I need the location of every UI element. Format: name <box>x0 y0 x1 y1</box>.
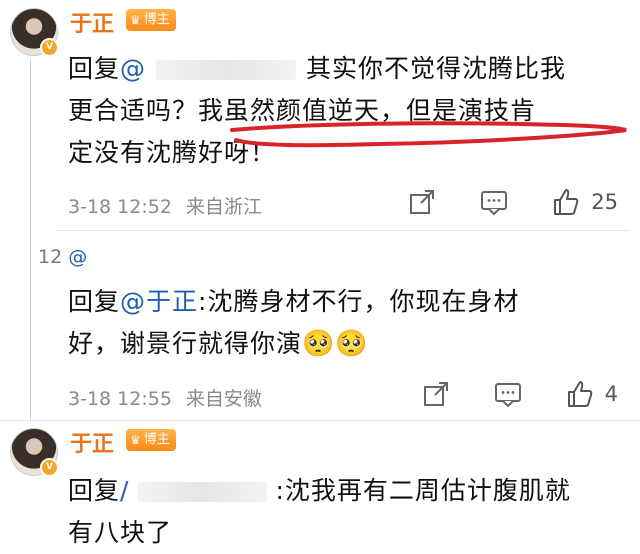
verified-icon: V <box>40 38 59 57</box>
comment-line-1: 其实你不觉得沈腾比我 <box>306 54 567 83</box>
reply-text: 回复@于正:沈腾身材不行，你现在身材 好，谢景行就得你演🥺🥺 <box>68 281 628 365</box>
thread-line <box>30 60 31 420</box>
mention-link[interactable]: / <box>120 476 129 505</box>
like-button[interactable]: 4 <box>565 379 618 409</box>
comment-line-2: 更合适吗？我虽然颜值逆天，但是演技肯 <box>68 96 537 125</box>
crown-icon: ♛ <box>130 433 141 447</box>
floor-mention[interactable]: @ <box>68 246 87 268</box>
avatar[interactable]: V <box>10 428 59 477</box>
comment-location: 来自浙江 <box>185 196 262 218</box>
reply-line-2: 好，谢景行就得你演 <box>68 329 303 358</box>
reply-line-1: :沈腾身材不行，你现在身材 <box>198 287 520 316</box>
reply-prefix: 回复 <box>68 54 121 83</box>
blurred-username <box>156 60 297 80</box>
comment-text: 回复@ 其实你不觉得沈腾比我 更合适吗？我虽然颜值逆天，但是演技肯 定没有沈腾好呀… <box>68 48 628 174</box>
comment-text: 回复/ :沈我再有二周估计腹肌就 有八块了 <box>68 470 628 554</box>
thumbs-up-icon <box>567 381 592 407</box>
comment-date: 3-18 12:52 <box>68 196 172 218</box>
divider <box>0 420 640 421</box>
comment-meta: 3-18 12:52 来自浙江 <box>68 192 276 219</box>
floor-number: 12 <box>38 246 63 268</box>
username[interactable]: 于正 <box>70 426 114 458</box>
like-button[interactable]: 25 <box>551 187 618 217</box>
thumbs-up-icon <box>554 189 579 215</box>
mention-link[interactable]: @ <box>120 54 146 83</box>
share-icon[interactable] <box>407 187 437 217</box>
mention-link[interactable]: @于正 <box>120 287 198 316</box>
like-count: 4 <box>604 382 618 406</box>
blurred-username <box>137 482 268 502</box>
reply-date: 3-18 12:55 <box>68 388 172 410</box>
reply-prefix: 回复 <box>68 476 121 505</box>
emoji: 🥺🥺 <box>302 329 369 359</box>
comment-line-3: 定没有沈腾好呀！ <box>68 138 277 167</box>
username[interactable]: 于正 <box>70 6 114 38</box>
reply-actions: 4 <box>421 379 618 409</box>
like-count: 25 <box>591 190 618 214</box>
reply-location: 来自安徽 <box>185 388 262 410</box>
avatar[interactable]: V <box>10 8 59 57</box>
comment-icon[interactable] <box>493 379 523 409</box>
comment-actions: 25 <box>407 187 618 217</box>
host-badge-label: 博主 <box>143 432 170 447</box>
share-icon[interactable] <box>421 379 451 409</box>
host-badge-label: 博主 <box>143 12 170 27</box>
verified-icon: V <box>40 458 59 477</box>
crown-icon: ♛ <box>130 13 141 27</box>
floor-tag: 12 @ <box>38 246 87 268</box>
host-badge: ♛ 博主 <box>126 9 176 31</box>
comment-line-1: :沈我再有二周估计腹肌就 <box>275 476 571 505</box>
reply-prefix: 回复 <box>68 287 121 316</box>
comment-icon[interactable] <box>479 187 509 217</box>
divider <box>56 230 630 231</box>
comment-line-2: 有八块了 <box>68 518 173 547</box>
host-badge: ♛ 博主 <box>126 429 176 451</box>
reply-meta: 3-18 12:55 来自安徽 <box>68 384 276 411</box>
